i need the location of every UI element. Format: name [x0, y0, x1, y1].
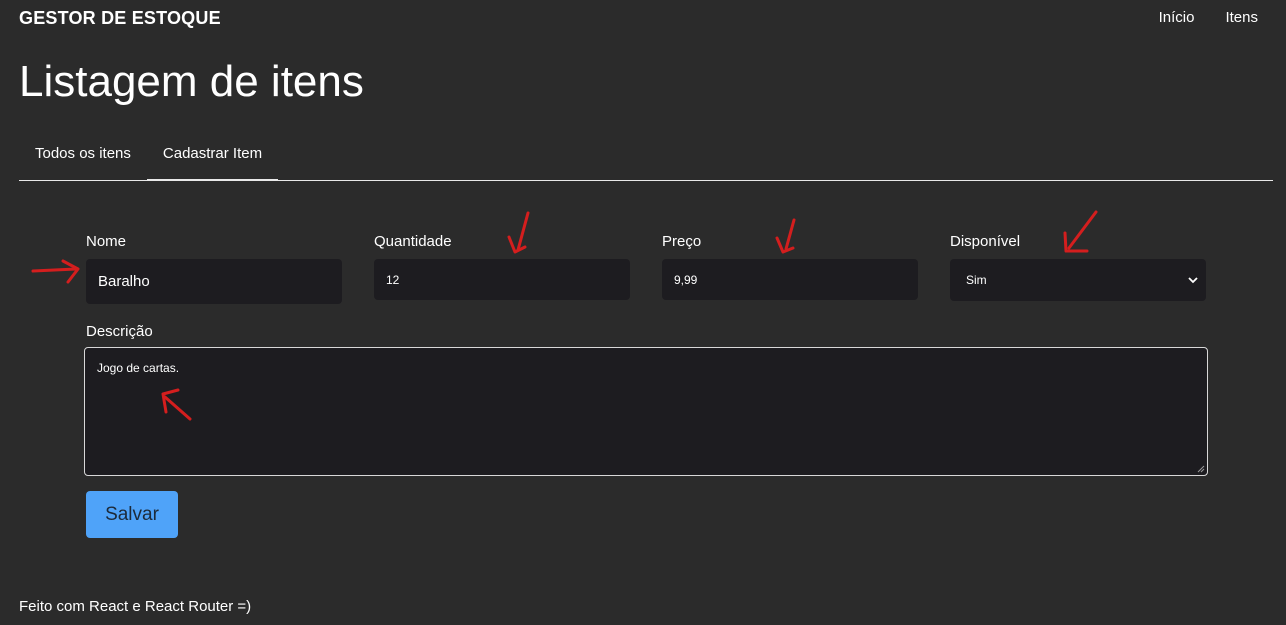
- nome-input-value: Baralho: [98, 273, 150, 290]
- nav-link-itens[interactable]: Itens: [1225, 9, 1258, 26]
- disponivel-label: Disponível: [950, 233, 1021, 250]
- disponivel-select-value: Sim: [966, 273, 987, 287]
- preco-label: Preço: [662, 233, 702, 250]
- descricao-textarea-value: Jogo de cartas.: [97, 361, 180, 375]
- app-brand[interactable]: GESTOR DE ESTOQUE: [19, 8, 221, 29]
- red-arrow-nome-icon: [31, 259, 80, 284]
- nome-label: Nome: [86, 233, 127, 250]
- red-arrow-preco-icon: [775, 218, 796, 254]
- top-nav: Início Itens: [1159, 9, 1258, 26]
- page-title: Listagem de itens: [19, 57, 364, 106]
- quantidade-input[interactable]: 12: [374, 259, 630, 300]
- disponivel-select[interactable]: Sim: [950, 259, 1206, 301]
- preco-input-value: 9,99: [674, 272, 698, 287]
- nav-link-inicio[interactable]: Início: [1159, 9, 1195, 26]
- quantidade-input-value: 12: [386, 272, 400, 287]
- tabs-bar: Todos os itens Cadastrar Item: [19, 131, 1273, 181]
- tab-cadastrar-item[interactable]: Cadastrar Item: [146, 131, 279, 181]
- chevron-down-icon: [1188, 276, 1198, 283]
- red-arrow-quantidade-icon: [507, 211, 530, 254]
- tab-todos-os-itens[interactable]: Todos os itens: [19, 131, 147, 180]
- footer-text: Feito com React e React Router =): [19, 598, 252, 615]
- preco-input[interactable]: 9,99: [662, 259, 918, 300]
- nome-input[interactable]: Baralho: [86, 259, 342, 304]
- descricao-textarea[interactable]: Jogo de cartas.: [84, 347, 1208, 476]
- descricao-label: Descrição: [86, 323, 153, 340]
- quantidade-label: Quantidade: [374, 233, 452, 250]
- resize-grip-icon[interactable]: [1197, 465, 1205, 473]
- red-arrow-disponivel-icon: [1063, 210, 1098, 253]
- save-button[interactable]: Salvar: [86, 491, 178, 538]
